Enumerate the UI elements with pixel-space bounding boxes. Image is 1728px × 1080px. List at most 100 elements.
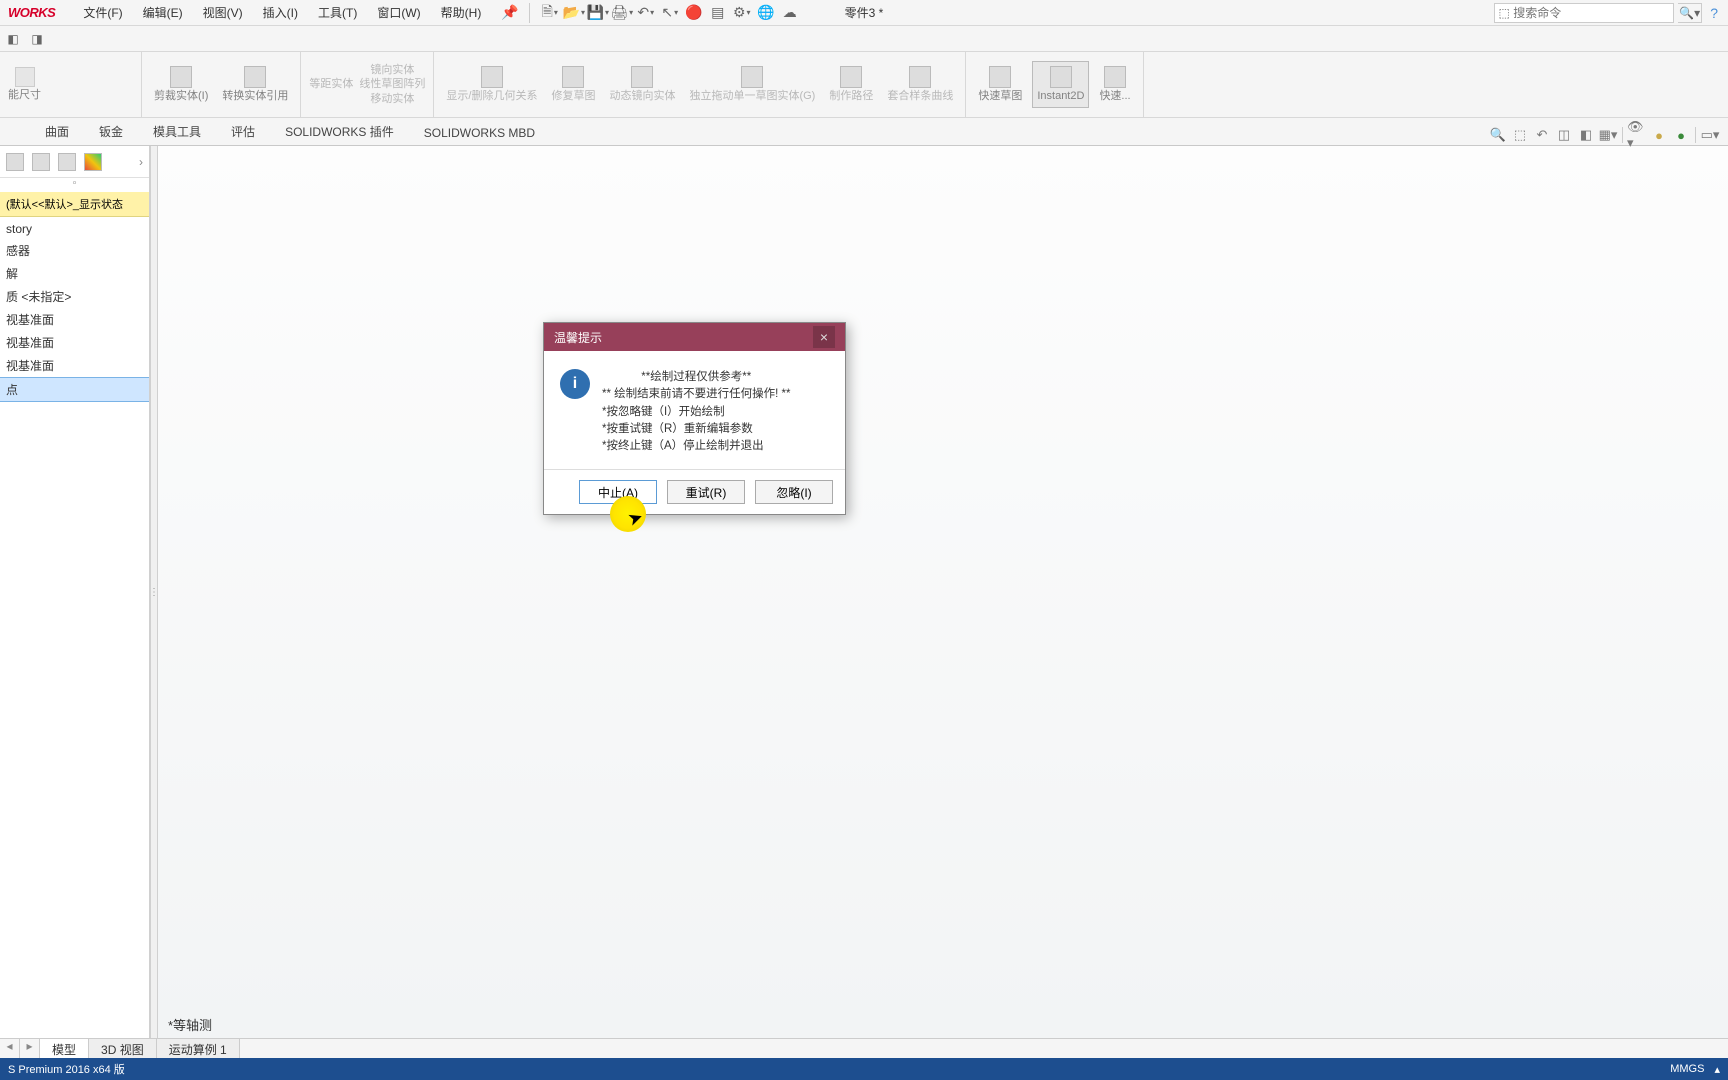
web-icon[interactable]: 🌐 — [756, 3, 776, 23]
menu-window[interactable]: 窗口(W) — [367, 0, 430, 25]
tab-addins[interactable]: SOLIDWORKS 插件 — [270, 116, 409, 145]
new-icon[interactable]: 🗎 — [540, 3, 560, 23]
graphics-viewport[interactable]: *等轴测 — [158, 146, 1728, 1038]
line-tool-icon[interactable] — [47, 56, 67, 74]
orientation-icon[interactable]: ▦▾ — [1598, 125, 1618, 145]
tree-node[interactable]: 视基准面 — [0, 354, 149, 377]
search-input[interactable] — [1513, 6, 1673, 20]
menu-edit[interactable]: 编辑(E) — [133, 0, 193, 25]
tab-mbd[interactable]: SOLIDWORKS MBD — [409, 119, 550, 145]
ignore-button[interactable]: 忽略(I) — [755, 480, 833, 504]
section-view-icon[interactable]: ◫ — [1554, 125, 1574, 145]
status-menu-icon[interactable]: ▴ — [1714, 1063, 1720, 1076]
convert-icon[interactable] — [244, 66, 266, 88]
tree-node[interactable]: 视基准面 — [0, 308, 149, 331]
help-icon[interactable]: ? — [1706, 5, 1722, 21]
display-state[interactable]: (默认<<默认>_显示状态 — [0, 192, 149, 217]
tool-icon-2[interactable]: ◨ — [28, 30, 46, 48]
tree-node[interactable]: 视基准面 — [0, 331, 149, 354]
print-icon[interactable]: 🖨 — [612, 3, 632, 23]
save-icon[interactable]: 💾 — [588, 3, 608, 23]
settings-icon[interactable]: ⚙ — [732, 3, 752, 23]
property-manager-icon[interactable] — [32, 153, 50, 171]
search-box[interactable]: ⬚ — [1494, 3, 1674, 23]
main-area: › ∘ (默认<<默认>_显示状态 story 感器 解 质 <未指定> 视基准… — [0, 146, 1728, 1038]
point-tool-icon[interactable] — [69, 96, 89, 114]
title-bar: WORKS 文件(F) 编辑(E) 视图(V) 插入(I) 工具(T) 窗口(W… — [0, 0, 1728, 26]
appearance-icon[interactable]: ● — [1649, 125, 1669, 145]
zoom-area-icon[interactable]: ⬚ — [1510, 125, 1530, 145]
arc-tool-icon[interactable] — [47, 76, 67, 94]
prev-view-icon[interactable]: ↶ — [1532, 125, 1552, 145]
tab-scroll-right-icon[interactable]: ▸ — [20, 1039, 40, 1058]
slot-tool-icon[interactable] — [91, 96, 111, 114]
smart-dimension-icon[interactable] — [15, 67, 35, 87]
tab-sheetmetal[interactable]: 钣金 — [84, 116, 138, 145]
cloud-icon[interactable]: ☁ — [780, 3, 800, 23]
tab-scroll-left-icon[interactable]: ◂ — [0, 1039, 20, 1058]
circle-tool-icon[interactable] — [69, 56, 89, 74]
rapid-icon[interactable] — [1104, 66, 1126, 88]
fillet-tool-icon[interactable] — [47, 96, 67, 114]
config-manager-icon[interactable] — [58, 153, 76, 171]
tab-surface[interactable]: 曲面 — [30, 116, 84, 145]
menu-view[interactable]: 视图(V) — [193, 0, 253, 25]
rect-tool-icon[interactable] — [113, 56, 133, 74]
ellipse-tool-icon[interactable] — [91, 76, 111, 94]
tab-model[interactable]: 模型 — [40, 1039, 89, 1058]
display-manager-icon[interactable] — [84, 153, 102, 171]
path-label: 制作路径 — [829, 90, 873, 102]
open-icon[interactable]: 📂 — [564, 3, 584, 23]
tree-node[interactable]: 质 <未指定> — [0, 285, 149, 308]
hide-show-icon[interactable]: 👁▾ — [1627, 125, 1647, 145]
tab-3dview[interactable]: 3D 视图 — [89, 1039, 157, 1058]
rapid-sketch-icon[interactable] — [989, 66, 1011, 88]
zoom-fit-icon[interactable]: 🔍 — [1488, 125, 1508, 145]
tree-node[interactable]: 解 — [0, 262, 149, 285]
options-list-icon[interactable]: ▤ — [708, 3, 728, 23]
tab-evaluate[interactable]: 评估 — [216, 116, 270, 145]
rebuild-icon[interactable]: 🔴 — [684, 3, 704, 23]
retry-button[interactable]: 重试(R) — [667, 480, 745, 504]
ribbon: 能尺寸 剪裁实体(I) 转换实体引用 等距实体 镜向实体 线性草图阵列 移动实体 — [0, 52, 1728, 118]
undo-icon[interactable]: ↶ — [636, 3, 656, 23]
display-style-icon[interactable]: ◧ — [1576, 125, 1596, 145]
dialog-titlebar[interactable]: 温馨提示 × — [544, 323, 845, 351]
instant2d-icon[interactable] — [1050, 66, 1072, 88]
menu-file[interactable]: 文件(F) — [73, 0, 132, 25]
trim-icon[interactable] — [170, 66, 192, 88]
tree-node-origin[interactable]: 点 — [0, 377, 149, 402]
feature-manager-icon[interactable] — [6, 153, 24, 171]
tree-node[interactable]: 感器 — [0, 239, 149, 262]
chamfer-tool-icon[interactable] — [113, 96, 133, 114]
panel-handle[interactable]: ∘ — [0, 178, 149, 192]
scene-icon[interactable]: ● — [1671, 125, 1691, 145]
menu-help[interactable]: 帮助(H) — [431, 0, 492, 25]
dialog-body: i **绘制过程仅供参考** ** 绘制结束前请不要进行任何操作! ** *按忽… — [544, 351, 845, 469]
ribbon-group-pattern: 等距实体 镜向实体 线性草图阵列 移动实体 — [301, 52, 434, 117]
close-icon[interactable]: × — [813, 326, 835, 348]
search-icon[interactable]: 🔍▾ — [1678, 3, 1702, 23]
relations-icon — [481, 66, 503, 88]
divider — [1695, 127, 1696, 143]
expand-icon[interactable]: › — [139, 155, 143, 169]
repair-icon — [562, 66, 584, 88]
abort-button[interactable]: 中止(A) — [579, 480, 657, 504]
linear-pattern-label: 线性草图阵列 — [359, 78, 425, 90]
tree-node[interactable]: story — [0, 219, 149, 239]
text-tool-icon[interactable] — [113, 76, 133, 94]
tool-icon-1[interactable]: ◧ — [4, 30, 22, 48]
menu-insert[interactable]: 插入(I) — [253, 0, 308, 25]
pin-icon[interactable]: 📌 — [497, 4, 522, 21]
units-label[interactable]: MMGS — [1670, 1063, 1704, 1075]
panel-resize-handle[interactable] — [150, 146, 158, 1038]
select-icon[interactable]: ↖ — [660, 3, 680, 23]
tab-mold[interactable]: 模具工具 — [138, 116, 216, 145]
tab-features[interactable] — [0, 133, 30, 145]
menu-tools[interactable]: 工具(T) — [308, 0, 367, 25]
viewport-icon[interactable]: ▭▾ — [1700, 125, 1720, 145]
tab-motion[interactable]: 运动算例 1 — [157, 1039, 240, 1058]
polygon-tool-icon[interactable] — [69, 76, 89, 94]
repair-label: 修复草图 — [551, 90, 595, 102]
spline-tool-icon[interactable] — [91, 56, 111, 74]
